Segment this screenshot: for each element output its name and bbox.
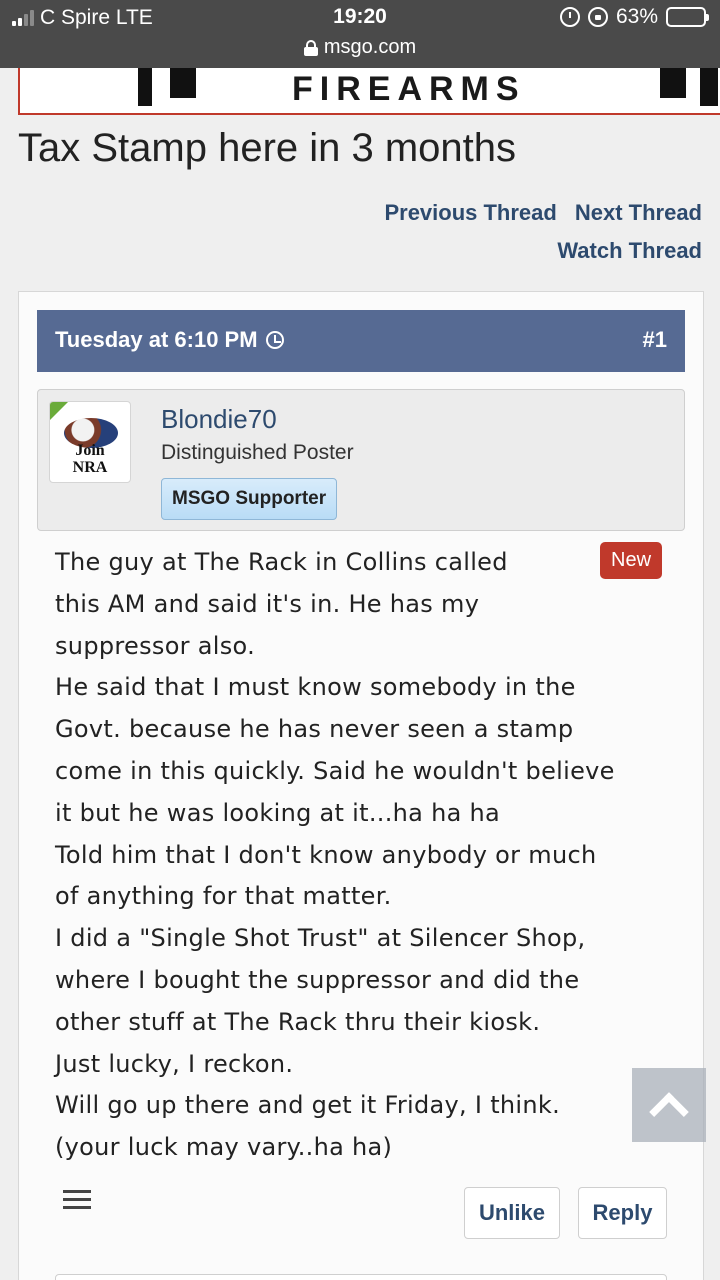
new-badge: New [600, 542, 663, 579]
page-title: Tax Stamp here in 3 months [18, 126, 517, 170]
alarm-icon [559, 7, 580, 27]
post-line: of anything for that matter. [55, 882, 392, 911]
post-date[interactable]: Tuesday at 6:10 PM [55, 327, 284, 353]
avatar[interactable]: Join NRA [49, 401, 131, 483]
banner-figure-left [138, 68, 152, 106]
post-line: The guy at The Rack in Collins called [55, 548, 508, 576]
supporter-badge: MSGO Supporter [161, 478, 338, 520]
status-icons: 63% [559, 5, 709, 29]
post-line: come in this quickly. Said he wouldn't b… [55, 756, 615, 785]
previous-thread-link[interactable]: Previous Thread [384, 200, 556, 226]
post-line: I did a "Single Shot Trust" at Silencer … [55, 924, 586, 953]
lock-icon [303, 39, 318, 56]
watch-thread-link[interactable]: Watch Thread [557, 238, 702, 264]
unlike-button[interactable]: Unlike [464, 1187, 560, 1239]
url-text: msgo.com [323, 36, 417, 58]
post-line: other stuff at The Rack thru their kiosk… [55, 1007, 541, 1036]
avatar-text-join: Join [75, 442, 105, 459]
post: Tuesday at 6:10 PM #1 Join NRA Blondie70… [18, 291, 704, 1280]
next-post-edge [55, 1274, 667, 1280]
post-number[interactable]: #1 [643, 327, 667, 353]
user-card: Join NRA Blondie70 Distinguished Poster … [37, 389, 685, 531]
hamburger-menu-icon[interactable] [63, 1190, 91, 1212]
battery-icon [666, 7, 709, 27]
post-line: it but he was looking at it...ha ha ha [55, 798, 501, 827]
post-header: Tuesday at 6:10 PM #1 [37, 310, 685, 372]
scroll-to-top-button[interactable] [632, 1068, 706, 1142]
battery-percent: 63% [615, 5, 658, 28]
post-line: (your luck may vary..ha ha) [55, 1133, 393, 1162]
reply-button[interactable]: Reply [578, 1187, 667, 1239]
chevron-up-icon [649, 1092, 689, 1132]
next-thread-link[interactable]: Next Thread [575, 200, 702, 226]
clock-icon [265, 331, 284, 349]
banner-figure-right [660, 68, 686, 98]
post-line: where I bought the suppressor and did th… [55, 965, 580, 994]
user-title: Distinguished Poster [161, 441, 354, 464]
post-line: Will go up there and get it Friday, I th… [55, 1091, 561, 1120]
post-line: suppressor also. [55, 631, 256, 660]
thread-nav: Previous Thread Next Thread Watch Thread [384, 200, 702, 276]
status-bar: C Spire LTE 19:20 msgo.com 63% [0, 0, 720, 68]
banner-figure-right-2 [700, 68, 718, 106]
banner-text: FIREARMS [292, 70, 526, 108]
post-line: He said that I must know somebody in the [55, 673, 576, 702]
post-date-text: Tuesday at 6:10 PM [55, 327, 258, 352]
banner-figure-left-2 [170, 68, 196, 98]
post-line: Told him that I don't know anybody or mu… [55, 840, 597, 869]
username-link[interactable]: Blondie70 [161, 404, 277, 435]
rotation-lock-icon [587, 7, 608, 27]
site-banner[interactable]: FIREARMS [18, 68, 720, 115]
post-line: Just lucky, I reckon. [55, 1049, 294, 1078]
post-line: this AM and said it's in. He has my [55, 589, 480, 618]
online-indicator [50, 402, 68, 420]
avatar-text-nra: NRA [72, 459, 108, 476]
post-body: The guy at The Rack in Collins called th… [55, 542, 655, 1169]
post-line: Govt. because he has never seen a stamp [55, 715, 574, 744]
url-bar[interactable]: msgo.com [0, 36, 720, 59]
avatar-text: Join NRA [50, 442, 130, 476]
